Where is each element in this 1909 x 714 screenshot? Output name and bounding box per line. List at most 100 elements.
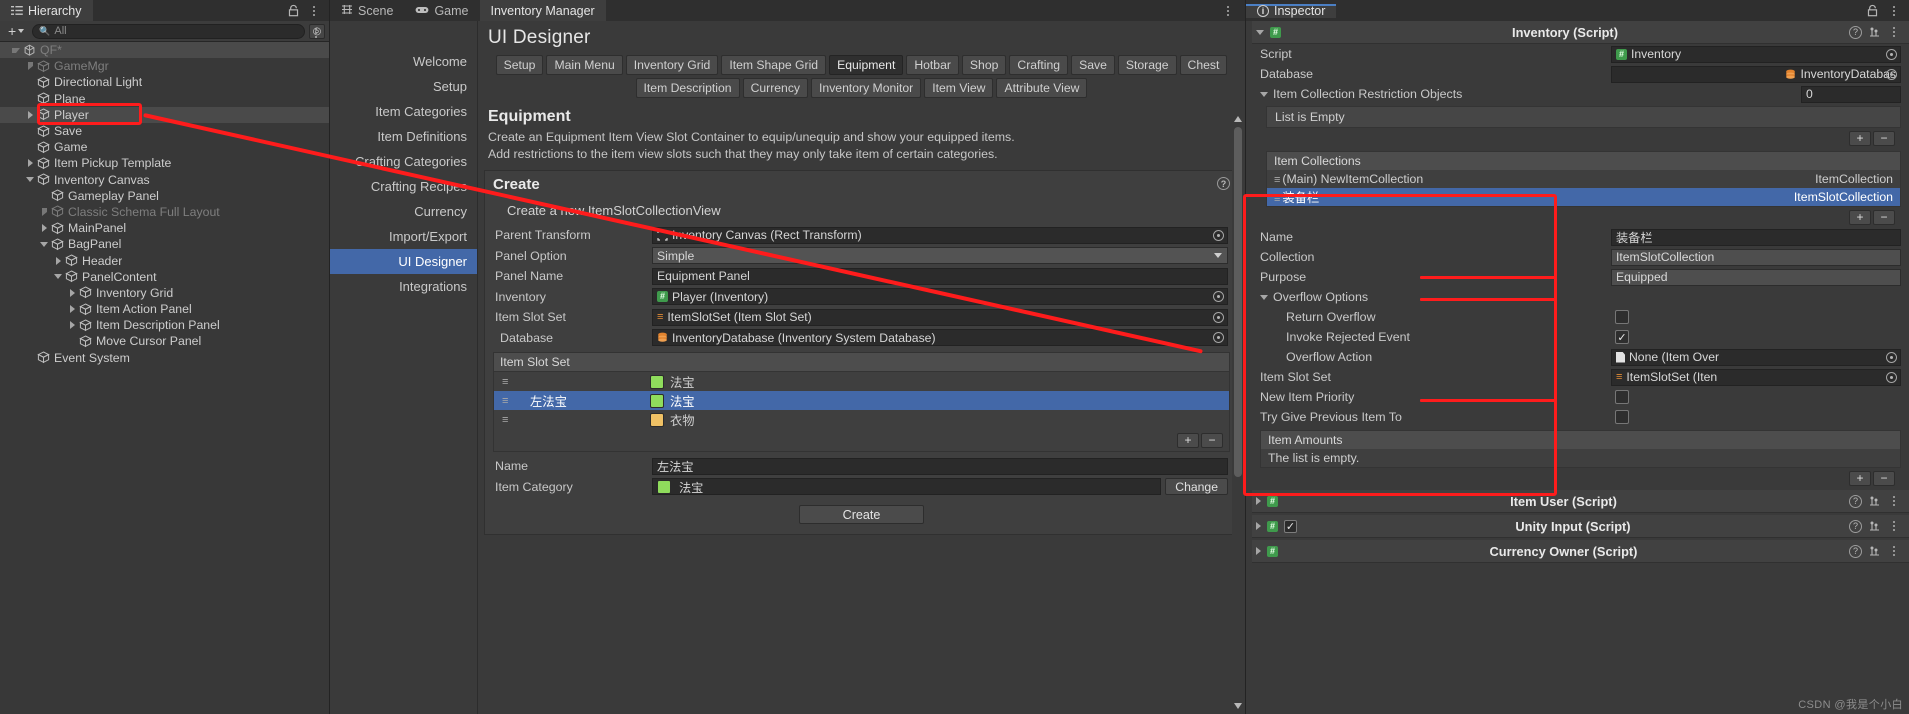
hierarchy-row[interactable]: Item Description Panel <box>0 317 329 333</box>
component-header[interactable]: # Item User (Script)? <box>1252 490 1909 513</box>
preset-icon[interactable] <box>1868 26 1881 39</box>
chevron-right-icon[interactable] <box>1256 497 1261 505</box>
drag-handle-icon[interactable]: ≡ <box>1274 193 1281 205</box>
twisty-icon[interactable] <box>38 207 50 216</box>
nav-item-crafting-categories[interactable]: Crafting Categories <box>330 149 477 174</box>
designer-tab-equipment[interactable]: Equipment <box>829 55 904 75</box>
designer-tab-item-view[interactable]: Item View <box>924 78 994 98</box>
help-icon[interactable]: ? <box>1849 25 1862 39</box>
create-field-value[interactable]: # Player (Inventory) <box>652 288 1228 306</box>
drag-handle-icon[interactable]: ≡ <box>494 414 530 426</box>
hierarchy-search-input[interactable]: 🔍 All <box>32 23 305 39</box>
designer-tab-item-description[interactable]: Item Description <box>635 78 740 98</box>
designer-tab-chest[interactable]: Chest <box>1179 55 1228 75</box>
hierarchy-row[interactable]: QF* <box>0 42 329 59</box>
twisty-icon[interactable] <box>52 256 64 265</box>
tab-game[interactable]: Game <box>404 0 479 21</box>
collection-type-dropdown[interactable]: ItemSlotCollection <box>1611 248 1901 266</box>
slot-name-input[interactable]: 左法宝 <box>652 457 1228 475</box>
hierarchy-row[interactable]: Item Action Panel <box>0 301 329 317</box>
designer-tabs-row1[interactable]: Setup Main Menu Inventory Grid Item Shape G… <box>478 55 1245 75</box>
scroll-thumb[interactable] <box>1234 127 1242 477</box>
designer-tab-inventory-grid[interactable]: Inventory Grid <box>625 55 719 75</box>
drag-handle-icon[interactable]: ≡ <box>1274 174 1281 186</box>
create-field-value[interactable]: InventoryDatabase (Inventory System Data… <box>652 329 1228 347</box>
component-header[interactable]: # ✓ Unity Input (Script)? <box>1252 515 1909 538</box>
designer-tab-crafting[interactable]: Crafting <box>1009 55 1069 75</box>
create-button[interactable]: Create <box>799 505 924 524</box>
twisty-icon[interactable] <box>52 274 64 280</box>
designer-tab-inventory-monitor[interactable]: Inventory Monitor <box>811 78 922 98</box>
preset-icon[interactable] <box>1868 545 1881 558</box>
designer-tab-attribute-view[interactable]: Attribute View <box>996 78 1088 98</box>
scroll-up-icon[interactable] <box>1232 113 1244 125</box>
object-picker-icon[interactable] <box>1213 229 1224 241</box>
item-collections-list[interactable]: ≡ (Main) NewItemCollection ItemCollection ≡… <box>1266 170 1901 207</box>
slot-add-button[interactable]: + <box>1177 432 1199 448</box>
hierarchy-tree[interactable]: QF* GameMgr Directional Light Plane Play… <box>0 42 329 366</box>
help-icon[interactable]: ? <box>1849 544 1862 558</box>
hierarchy-row[interactable]: Event System <box>0 350 329 366</box>
help-icon[interactable]: ? <box>1217 177 1230 190</box>
item-collection-row[interactable]: ≡ (Main) NewItemCollection ItemCollection <box>1267 170 1900 188</box>
designer-tab-item-shape-grid[interactable]: Item Shape Grid <box>721 55 827 75</box>
hierarchy-row[interactable]: Game <box>0 139 329 155</box>
scroll-down-icon[interactable] <box>1232 700 1244 712</box>
twisty-icon[interactable] <box>66 321 78 330</box>
nav-item-item-definitions[interactable]: Item Definitions <box>330 124 477 149</box>
preset-icon[interactable] <box>1868 495 1881 508</box>
hierarchy-row[interactable]: GameMgr <box>0 58 329 74</box>
inspector-menu-icon[interactable] <box>1887 5 1901 16</box>
tab-inspector[interactable]: i Inspector <box>1246 3 1337 18</box>
hierarchy-row[interactable]: Inventory Grid <box>0 285 329 301</box>
amount-remove-button[interactable]: − <box>1873 470 1895 486</box>
nav-item-integrations[interactable]: Integrations <box>330 274 477 299</box>
drag-handle-icon[interactable]: ≡ <box>494 376 530 388</box>
designer-tab-setup[interactable]: Setup <box>495 55 544 75</box>
item-slot-row[interactable]: ≡ 衣物 <box>494 410 1229 429</box>
invoke-rejected-checkbox[interactable]: ✓ <box>1615 330 1629 344</box>
lock-icon[interactable] <box>1866 4 1879 17</box>
component-header[interactable]: # Currency Owner (Script)? <box>1252 540 1909 563</box>
component-menu-icon[interactable] <box>1887 546 1901 556</box>
twisty-icon[interactable] <box>10 47 22 53</box>
hierarchy-row[interactable]: Gameplay Panel <box>0 188 329 204</box>
inspector-item-slot-set-field[interactable]: ≡ ItemSlotSet (Iten <box>1611 368 1901 386</box>
hierarchy-row[interactable]: MainPanel <box>0 220 329 236</box>
object-picker-icon[interactable] <box>1886 68 1897 80</box>
item-collection-row[interactable]: ≡ 装备栏 ItemSlotCollection <box>1267 188 1900 206</box>
center-menu-icon[interactable] <box>1221 6 1235 16</box>
try-give-checkbox[interactable] <box>1615 410 1629 424</box>
designer-tab-main-menu[interactable]: Main Menu <box>546 55 623 75</box>
tab-inventory-manager[interactable]: Inventory Manager <box>479 0 606 21</box>
object-picker-icon[interactable] <box>1886 48 1897 60</box>
hierarchy-menu-icon[interactable] <box>307 5 321 16</box>
hierarchy-row[interactable]: Save <box>0 123 329 139</box>
object-picker-icon[interactable] <box>1886 371 1897 383</box>
nav-item-crafting-recipes[interactable]: Crafting Recipes <box>330 174 477 199</box>
hierarchy-row[interactable]: Item Pickup Template <box>0 155 329 171</box>
add-gameobject-button[interactable]: + <box>4 24 28 38</box>
object-picker-icon[interactable] <box>1213 291 1224 303</box>
item-slot-row[interactable]: ≡ 左法宝 法宝 <box>494 391 1229 410</box>
chevron-down-icon[interactable] <box>1260 91 1268 97</box>
hierarchy-row[interactable]: Move Cursor Panel <box>0 333 329 349</box>
chevron-right-icon[interactable] <box>1256 547 1261 555</box>
twisty-icon[interactable] <box>66 305 78 314</box>
lock-icon[interactable] <box>287 4 300 17</box>
database-value-field[interactable]: InventoryDatabas <box>1611 65 1901 83</box>
twisty-icon[interactable] <box>24 62 36 71</box>
purpose-dropdown[interactable]: Equipped <box>1611 268 1901 286</box>
tab-hierarchy[interactable]: Hierarchy <box>0 0 93 21</box>
tab-scene[interactable]: Scene <box>330 0 404 21</box>
designer-tabs-row2[interactable]: Item Description Currency Inventory Monito… <box>478 78 1245 98</box>
twisty-icon[interactable] <box>24 110 36 119</box>
collection-add-button[interactable]: + <box>1849 209 1871 225</box>
component-menu-icon[interactable] <box>1887 27 1901 37</box>
collection-name-input[interactable]: 装备栏 <box>1611 228 1901 246</box>
change-category-button[interactable]: Change <box>1165 478 1228 496</box>
designer-tab-storage[interactable]: Storage <box>1117 55 1177 75</box>
twisty-icon[interactable] <box>38 241 50 247</box>
create-field-value[interactable]: Inventory Canvas (Rect Transform) <box>652 226 1228 244</box>
object-picker-icon[interactable] <box>1213 311 1224 323</box>
